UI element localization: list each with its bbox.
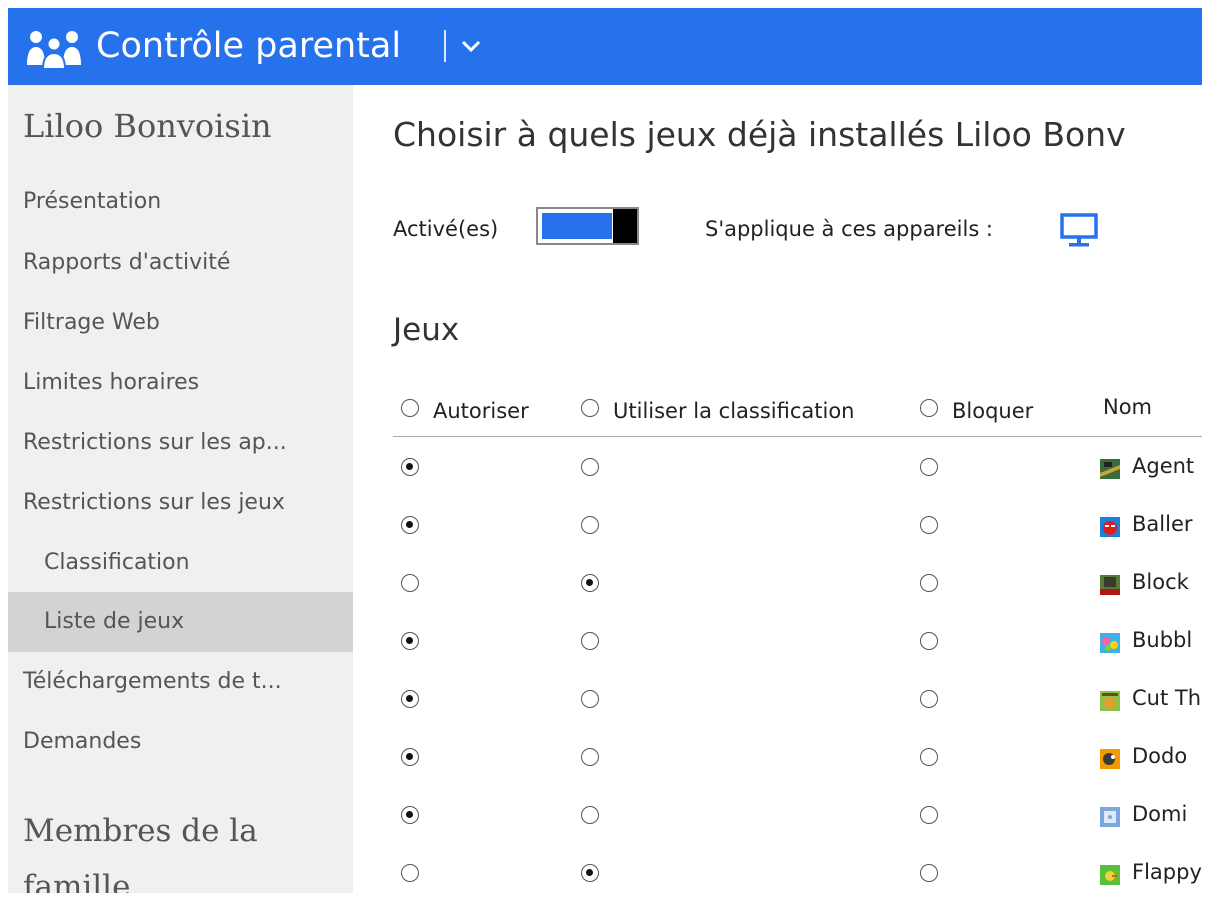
toggle-track-fill [542,213,612,239]
block-radio[interactable] [920,690,938,708]
block-radio[interactable] [920,516,938,534]
allow-radio[interactable] [401,574,419,592]
game-row: Block [353,554,1202,612]
block-radio[interactable] [920,574,938,592]
sidebar-item-presentation[interactable]: Présentation [8,172,353,232]
rating-radio[interactable] [581,806,599,824]
sidebar-item-app-restrictions[interactable]: Restrictions sur les ap... [8,413,353,473]
rating-all-radio[interactable] [581,399,599,417]
game-icon [1100,517,1120,537]
rating-radio[interactable] [581,632,599,650]
allow-radio[interactable] [401,516,419,534]
block-radio[interactable] [920,806,938,824]
sidebar-item-label: Classification [44,550,190,575]
family-icon [27,31,81,69]
header-allow-label: Autoriser [433,399,529,423]
block-radio[interactable] [920,632,938,650]
game-row: Flappy [353,844,1202,893]
game-row: Agent [353,438,1202,496]
game-icon [1100,459,1120,479]
allow-radio[interactable] [401,458,419,476]
sidebar-item-game-restrictions[interactable]: Restrictions sur les jeux [8,473,353,533]
game-icon [1100,807,1120,827]
sidebar-item-label: Restrictions sur les jeux [23,490,285,515]
game-row: Baller [353,496,1202,554]
sidebar-item-time-limits[interactable]: Limites horaires [8,353,353,413]
top-bar: Contrôle parental [8,8,1202,85]
enabled-toggle[interactable] [536,207,639,245]
game-name: Dodo [1132,744,1188,768]
sidebar-item-label: Téléchargements de t... [23,669,282,694]
header-block-label: Bloquer [952,399,1034,423]
allow-radio[interactable] [401,632,419,650]
sidebar-item-label: Filtrage Web [23,310,160,335]
game-row: Bubbl [353,612,1202,670]
page-title: Choisir à quels jeux déjà installés Lilo… [393,115,1126,154]
sidebar-item-game-list[interactable]: Liste de jeux [8,592,353,652]
sidebar-item-rating[interactable]: Classification [8,533,353,593]
games-section-title: Jeux [393,312,460,348]
block-radio[interactable] [920,458,938,476]
allow-radio[interactable] [401,748,419,766]
sidebar: Liloo Bonvoisin Présentation Rapports d'… [8,85,353,893]
game-row: Domi [353,786,1202,844]
enabled-label: Activé(es) [393,217,499,241]
header-divider [393,436,1202,437]
window: Contrôle parental Liloo Bonvoisin Présen… [8,8,1202,893]
game-icon [1100,749,1120,769]
title-divider [444,30,446,62]
sidebar-item-web-filtering[interactable]: Filtrage Web [8,293,353,353]
game-name: Bubbl [1132,628,1193,652]
sidebar-item-label: Demandes [23,729,142,754]
sidebar-item-activity-reports[interactable]: Rapports d'activité [8,233,353,293]
allow-radio[interactable] [401,690,419,708]
child-name: Liloo Bonvoisin [23,107,272,145]
header-rating-label: Utiliser la classification [613,399,855,423]
game-name: Cut Th [1132,686,1202,710]
main-content: Choisir à quels jeux déjà installés Lilo… [353,85,1202,893]
rating-radio[interactable] [581,516,599,534]
allow-all-radio[interactable] [401,399,419,417]
sidebar-item-label: Restrictions sur les ap... [23,430,287,455]
allow-radio[interactable] [401,806,419,824]
game-name: Agent [1132,454,1195,478]
rating-radio[interactable] [581,690,599,708]
game-row: Cut Th [353,670,1202,728]
game-name: Domi [1132,802,1188,826]
game-name: Block [1132,570,1189,594]
sidebar-item-label: Liste de jeux [44,609,185,634]
allow-radio[interactable] [401,864,419,882]
sidebar-item-label: Limites horaires [23,370,200,395]
game-name: Baller [1132,512,1193,536]
game-row: Dodo [353,728,1202,786]
sidebar-item-downloads[interactable]: Téléchargements de t... [8,652,353,712]
chevron-down-icon[interactable] [460,35,482,57]
sidebar-item-label: Présentation [23,189,162,214]
game-icon [1100,691,1120,711]
block-all-radio[interactable] [920,399,938,417]
sidebar-item-label: Rapports d'activité [23,250,231,275]
app-title: Contrôle parental [96,26,402,66]
rating-radio[interactable] [581,458,599,476]
game-icon [1100,575,1120,595]
rating-radio[interactable] [581,748,599,766]
family-members-title: Membres de la famille [23,813,258,893]
block-radio[interactable] [920,748,938,766]
game-name: Flappy [1132,860,1202,884]
monitor-icon[interactable] [1059,212,1099,248]
block-radio[interactable] [920,864,938,882]
header-name-label: Nom [1103,395,1153,419]
game-icon [1100,633,1120,653]
sidebar-item-requests[interactable]: Demandes [8,712,353,772]
rating-radio[interactable] [581,864,599,882]
game-icon [1100,865,1120,885]
toggle-knob [613,209,637,243]
applies-to-label: S'applique à ces appareils : [705,217,994,241]
rating-radio[interactable] [581,574,599,592]
